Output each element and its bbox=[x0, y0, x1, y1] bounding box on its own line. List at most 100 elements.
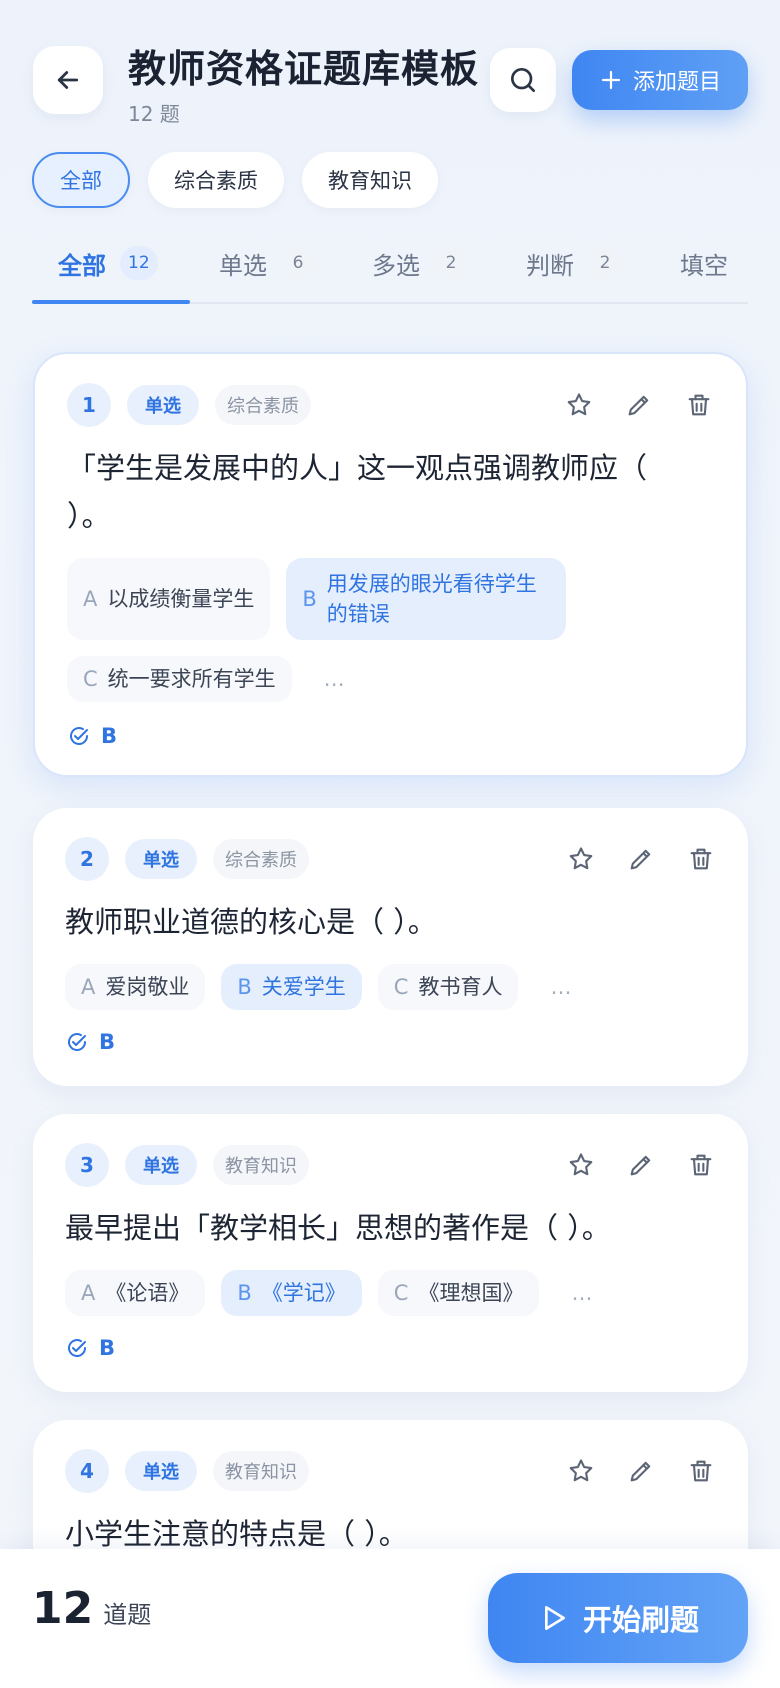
card-actions bbox=[566, 1150, 716, 1180]
star-icon bbox=[569, 847, 593, 870]
question-number: 3 bbox=[65, 1143, 109, 1187]
option-item[interactable]: C 统一要求所有学生 bbox=[67, 656, 292, 702]
check-circle-icon bbox=[68, 1339, 87, 1357]
question-text: 最早提出「教学相长」思想的著作是（ ）。 bbox=[65, 1211, 611, 1245]
tab-true-false[interactable]: 判断 2 bbox=[526, 222, 622, 304]
question-count-subtitle: 12 题 bbox=[128, 102, 180, 126]
option-text: 用发展的眼光看待学生的错误 bbox=[326, 572, 537, 626]
correct-answer: B bbox=[65, 1336, 115, 1360]
option-item-correct[interactable]: B 用发展的眼光看待学生的错误 bbox=[286, 558, 567, 640]
tab-count-badge: 6 bbox=[281, 246, 315, 280]
option-letter: C bbox=[393, 1281, 409, 1305]
card-actions bbox=[566, 844, 716, 874]
pencil-icon bbox=[630, 1461, 651, 1482]
option-item-correct[interactable]: B 关爱学生 bbox=[221, 964, 362, 1010]
filter-chip-education-knowledge[interactable]: 教育知识 bbox=[302, 152, 438, 208]
plus-icon bbox=[601, 70, 621, 90]
play-icon bbox=[544, 1606, 565, 1630]
start-practice-button[interactable]: 开始刷题 bbox=[488, 1573, 748, 1663]
search-button[interactable] bbox=[490, 48, 556, 112]
option-list: A 《论语》 B 《学记》 C 《理想国》 … bbox=[65, 1270, 716, 1316]
trash-icon bbox=[688, 394, 710, 416]
option-item[interactable]: C 《理想国》 bbox=[377, 1270, 540, 1316]
check-circle-icon bbox=[70, 727, 89, 745]
trash-icon bbox=[690, 848, 712, 870]
question-text: 教师职业道德的核心是（ ）。 bbox=[65, 905, 437, 939]
option-item-correct[interactable]: B 《学记》 bbox=[221, 1270, 362, 1316]
card-actions bbox=[566, 1456, 716, 1486]
option-letter: C bbox=[83, 667, 98, 691]
tab-multiple-choice[interactable]: 多选 2 bbox=[372, 222, 468, 304]
question-card[interactable]: 2 单选 综合素质 教师职业道德的核心是（ ）。 A 爱岗敬业 B 关爱学生 C… bbox=[33, 808, 748, 1086]
header: 教师资格证题库模板 12 题 添加题目 bbox=[0, 0, 780, 140]
question-type-badge: 单选 bbox=[127, 385, 199, 425]
delete-button[interactable] bbox=[686, 1150, 716, 1180]
total-count-number: 12 bbox=[32, 1583, 94, 1634]
option-item[interactable]: A 爱岗敬业 bbox=[65, 964, 206, 1010]
option-letter: A bbox=[81, 975, 96, 999]
star-icon bbox=[569, 1459, 593, 1482]
start-practice-label: 开始刷题 bbox=[582, 1603, 699, 1637]
favorite-button[interactable] bbox=[566, 1150, 596, 1180]
filter-chip-all[interactable]: 全部 bbox=[32, 152, 130, 208]
option-text: 关爱学生 bbox=[261, 975, 346, 999]
tab-single-choice[interactable]: 单选 6 bbox=[219, 222, 315, 304]
tab-fill-blank[interactable]: 填空 bbox=[680, 222, 728, 304]
option-letter: B bbox=[237, 975, 252, 999]
option-text: 《理想国》 bbox=[418, 1281, 524, 1305]
favorite-button[interactable] bbox=[564, 390, 594, 420]
total-count: 12 道题 bbox=[32, 1583, 151, 1634]
page-title: 教师资格证题库模板 bbox=[128, 47, 480, 91]
answer-value: B bbox=[99, 1030, 116, 1054]
delete-button[interactable] bbox=[684, 390, 714, 420]
delete-button[interactable] bbox=[686, 1456, 716, 1486]
tab-label: 多选 bbox=[372, 251, 420, 280]
edit-button[interactable] bbox=[626, 1150, 656, 1180]
pencil-icon bbox=[628, 395, 649, 416]
option-text: 统一要求所有学生 bbox=[107, 667, 276, 691]
edit-button[interactable] bbox=[624, 390, 654, 420]
option-letter: B bbox=[237, 1281, 252, 1305]
card-header: 3 单选 教育知识 bbox=[65, 1142, 716, 1188]
question-card[interactable]: 1 单选 综合素质 「学生是发展中的人」这一观点强调教师应（ ）。 A 以成绩衡… bbox=[33, 352, 748, 777]
option-item[interactable]: A 以成绩衡量学生 bbox=[67, 558, 271, 640]
option-text: 《学记》 bbox=[261, 1281, 346, 1305]
more-options-indicator: … bbox=[323, 667, 345, 691]
option-text: 爱岗敬业 bbox=[105, 975, 190, 999]
tab-count-badge: 2 bbox=[588, 246, 622, 280]
question-number: 1 bbox=[67, 383, 111, 427]
question-card[interactable]: 3 单选 教育知识 最早提出「教学相长」思想的著作是（ ）。 A 《论语》 B … bbox=[33, 1114, 748, 1392]
question-type-tabs: 全部 12 单选 6 多选 2 判断 2 填空 bbox=[32, 222, 748, 304]
arrow-left-icon bbox=[57, 71, 79, 89]
option-item[interactable]: C 教书育人 bbox=[377, 964, 519, 1010]
answer-value: B bbox=[99, 1336, 116, 1360]
tab-label: 全部 bbox=[58, 251, 106, 280]
back-button[interactable] bbox=[33, 46, 103, 114]
question-type-badge: 单选 bbox=[125, 1451, 197, 1491]
add-question-button[interactable]: 添加题目 bbox=[572, 50, 748, 110]
category-filter-chips: 全部 综合素质 教育知识 bbox=[32, 152, 438, 208]
star-icon bbox=[567, 393, 591, 416]
question-number: 2 bbox=[65, 837, 109, 881]
edit-button[interactable] bbox=[626, 1456, 656, 1486]
tab-label: 填空 bbox=[680, 251, 728, 280]
option-text: 教书育人 bbox=[418, 975, 503, 999]
tab-label: 判断 bbox=[526, 251, 574, 280]
correct-answer: B bbox=[67, 724, 117, 748]
pencil-icon bbox=[630, 849, 651, 870]
option-item[interactable]: A 《论语》 bbox=[65, 1270, 206, 1316]
edit-button[interactable] bbox=[626, 844, 656, 874]
favorite-button[interactable] bbox=[566, 844, 596, 874]
question-type-badge: 单选 bbox=[125, 839, 197, 879]
delete-button[interactable] bbox=[686, 844, 716, 874]
card-actions bbox=[564, 390, 714, 420]
filter-chip-general-quality[interactable]: 综合素质 bbox=[148, 152, 284, 208]
check-circle-icon bbox=[68, 1033, 87, 1051]
option-letter: B bbox=[302, 587, 317, 611]
card-header: 2 单选 综合素质 bbox=[65, 836, 716, 882]
option-letter: C bbox=[393, 975, 409, 999]
favorite-button[interactable] bbox=[566, 1456, 596, 1486]
question-number: 4 bbox=[65, 1449, 109, 1493]
tab-all[interactable]: 全部 12 bbox=[58, 222, 158, 304]
option-letter: A bbox=[81, 1281, 96, 1305]
